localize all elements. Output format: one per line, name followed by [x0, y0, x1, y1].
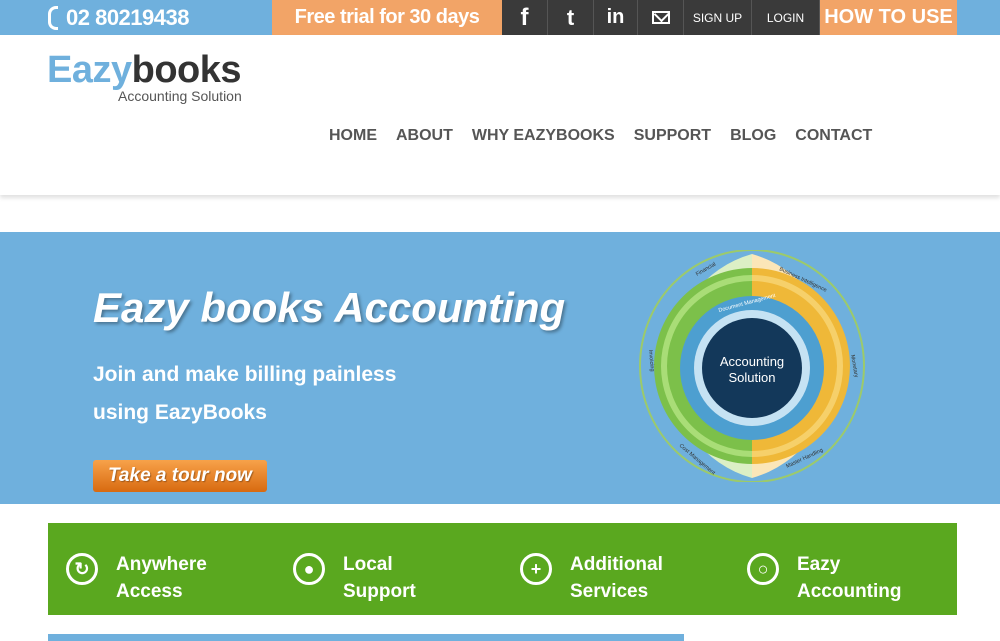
accounting-wheel-diagram: Accounting Solution Financial Business I…: [639, 250, 865, 482]
logo-part2: books: [131, 49, 242, 91]
top-bar: 02 80219438 Free trial for 30 days f t i…: [0, 0, 1000, 35]
nav-about[interactable]: ABOUT: [396, 127, 453, 145]
feature-local-support[interactable]: ● Local Support: [293, 551, 473, 605]
facebook-icon[interactable]: f: [502, 0, 548, 35]
wheel-label-invoicing: Invoicing: [647, 350, 655, 372]
phone-number[interactable]: 02 80219438: [48, 0, 189, 35]
feature-line1: Additional: [570, 554, 663, 575]
feature-line2: Services: [570, 581, 649, 602]
hero-subtitle: Join and make billing painless using Eaz…: [93, 356, 396, 432]
feature-line1: Eazy: [797, 554, 841, 575]
hero-subtitle-line2: using EazyBooks: [93, 401, 267, 424]
logo-part1: Eazy: [47, 49, 132, 91]
nav-why-eazybooks[interactable]: WHY EAZYBOOKS: [472, 127, 615, 145]
linkedin-icon[interactable]: in: [594, 0, 638, 35]
bottom-strip: [48, 634, 684, 641]
nav-support[interactable]: SUPPORT: [634, 127, 711, 145]
logo-subtitle: Accounting Solution: [118, 88, 242, 104]
refresh-icon: ↻: [66, 553, 98, 585]
feature-line1: Local: [343, 554, 393, 575]
hero-subtitle-line1: Join and make billing painless: [93, 363, 397, 386]
feature-additional-services[interactable]: + Additional Services: [520, 551, 700, 605]
take-tour-button[interactable]: Take a tour now: [93, 460, 267, 492]
how-to-use-button[interactable]: HOW TO USE: [820, 0, 957, 35]
circle-icon: ○: [747, 553, 779, 585]
feature-eazy-accounting[interactable]: ○ Eazy Accounting: [747, 551, 927, 605]
logo[interactable]: Eazybooks Accounting Solution: [47, 49, 242, 104]
main-nav: HOME ABOUT WHY EAZYBOOKS SUPPORT BLOG CO…: [329, 127, 891, 145]
feature-anywhere-access[interactable]: ↻ Anywhere Access: [66, 551, 246, 605]
login-button[interactable]: LOGIN: [752, 0, 820, 35]
features-bar: ↻ Anywhere Access ● Local Support + Additi…: [48, 523, 957, 615]
free-trial-button[interactable]: Free trial for 30 days: [272, 0, 502, 35]
twitter-icon[interactable]: t: [548, 0, 594, 35]
plus-icon: +: [520, 553, 552, 585]
signup-button[interactable]: SIGN UP: [684, 0, 752, 35]
feature-line2: Support: [343, 581, 416, 602]
feature-line1: Anywhere: [116, 554, 207, 575]
wheel-label-monetary: Monetary: [849, 354, 859, 378]
user-icon: ●: [293, 553, 325, 585]
nav-contact[interactable]: CONTACT: [795, 127, 872, 145]
wheel-center-line2: Solution: [729, 370, 776, 385]
feature-line2: Accounting: [797, 581, 902, 602]
feature-line2: Access: [116, 581, 183, 602]
nav-home[interactable]: HOME: [329, 127, 377, 145]
phone-text: 02 80219438: [66, 4, 189, 30]
mail-icon[interactable]: [638, 0, 684, 35]
wheel-center-line1: Accounting: [720, 354, 784, 369]
phone-icon: [48, 5, 58, 30]
hero-title: Eazy books Accounting: [93, 284, 566, 331]
header: Eazybooks Accounting Solution HOME ABOUT…: [0, 35, 1000, 195]
nav-blog[interactable]: BLOG: [730, 127, 776, 145]
